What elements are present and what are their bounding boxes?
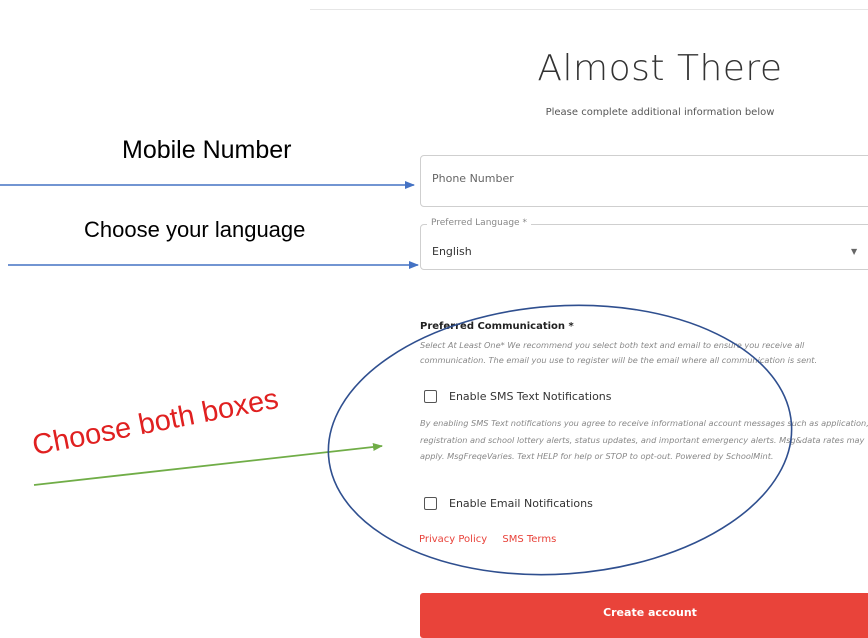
email-notifications-option[interactable]: Enable Email Notifications [424,497,593,510]
preferred-language-label: Preferred Language * [427,218,531,228]
email-notifications-label[interactable]: Enable Email Notifications [449,497,593,510]
preferred-communication-title: Preferred Communication * [420,321,574,332]
create-account-button[interactable]: Create account [420,593,868,638]
choose-both-boxes-annotation: Choose both boxes [29,382,282,463]
phone-number-field[interactable] [420,155,868,207]
sms-notifications-option[interactable]: Enable SMS Text Notifications [424,390,612,403]
choose-language-annotation: Choose your language [84,217,306,242]
sms-notifications-label[interactable]: Enable SMS Text Notifications [449,390,612,403]
caret-down-icon[interactable]: ▼ [851,247,857,256]
footer-links: Privacy Policy SMS Terms [419,534,568,545]
top-divider [310,9,868,10]
mobile-number-annotation: Mobile Number [122,136,292,164]
page-subtitle: Please complete additional information b… [545,107,775,118]
preferred-communication-description: Select At Least One* We recommend you se… [420,340,818,365]
sms-notifications-checkbox[interactable] [424,390,437,403]
page-title: Almost There [537,48,783,89]
privacy-policy-link[interactable]: Privacy Policy [419,534,487,545]
sms-disclaimer: By enabling SMS Text notifications you a… [420,418,868,461]
preferred-language-select[interactable]: Preferred Language * English ▼ [420,218,868,270]
email-notifications-checkbox[interactable] [424,497,437,510]
preferred-language-value: English [432,245,472,258]
phone-number-input[interactable] [432,172,852,185]
sms-terms-link[interactable]: SMS Terms [502,534,556,545]
